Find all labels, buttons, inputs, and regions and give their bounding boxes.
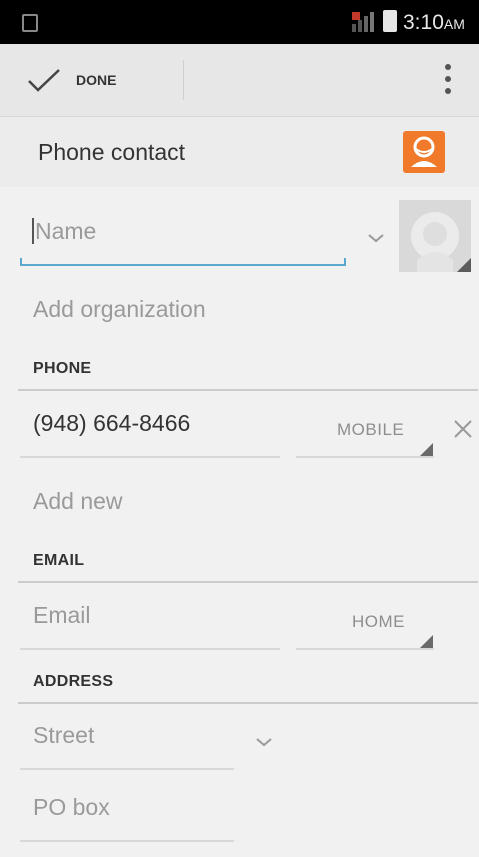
- email-type-underline: [296, 648, 434, 650]
- text-cursor: [32, 218, 34, 244]
- done-label: DONE: [76, 72, 117, 88]
- status-time: 3:10AM: [403, 11, 465, 34]
- address-section-title: ADDRESS: [33, 673, 114, 690]
- phone-section-title: PHONE: [33, 360, 92, 377]
- name-underline-right-tick: [344, 258, 346, 266]
- overflow-menu-button[interactable]: [436, 62, 460, 98]
- phone-type-dropdown-icon: [419, 443, 433, 457]
- battery-icon: [383, 10, 397, 32]
- email-input-underline: [20, 648, 280, 650]
- account-type-title: Phone contact: [38, 139, 186, 165]
- phone-type-spinner[interactable]: MOBILE: [337, 420, 404, 440]
- name-input[interactable]: Name: [35, 218, 96, 245]
- email-section-title: EMAIL: [33, 552, 85, 569]
- action-divider: [183, 60, 184, 100]
- expand-address-chevron-icon[interactable]: [254, 736, 274, 748]
- email-type-dropdown-icon: [419, 635, 433, 649]
- pobox-input[interactable]: PO box: [33, 794, 110, 821]
- signal-icon: [352, 12, 374, 32]
- street-input[interactable]: Street: [33, 722, 94, 749]
- add-new-phone-link[interactable]: Add new: [33, 488, 123, 515]
- expand-name-chevron-icon[interactable]: [366, 232, 386, 244]
- contact-photo-icon[interactable]: [399, 200, 471, 272]
- email-type-spinner[interactable]: HOME: [352, 612, 405, 632]
- check-icon: [28, 69, 60, 92]
- name-underline-left-tick: [20, 258, 22, 266]
- notification-icon: [22, 14, 38, 32]
- phone-section-divider: [18, 389, 478, 391]
- account-header[interactable]: Phone contact: [0, 117, 479, 187]
- phone-type-underline: [296, 456, 434, 458]
- phone-number-underline: [20, 456, 280, 458]
- close-icon[interactable]: [452, 418, 474, 440]
- action-bar: DONE: [0, 44, 479, 117]
- email-section-divider: [18, 581, 478, 583]
- done-button[interactable]: DONE: [26, 62, 116, 98]
- overflow-menu-icon: [445, 64, 451, 94]
- street-input-underline: [20, 768, 234, 770]
- status-bar: 3:10AM: [0, 0, 479, 44]
- email-input[interactable]: Email: [33, 602, 91, 629]
- phone-number-input[interactable]: (948) 664-8466: [33, 410, 190, 437]
- add-organization-link[interactable]: Add organization: [33, 296, 206, 323]
- pobox-input-underline: [20, 840, 234, 842]
- address-section-divider: [18, 702, 478, 704]
- contact-account-icon: [403, 131, 445, 173]
- name-input-underline: [20, 264, 346, 266]
